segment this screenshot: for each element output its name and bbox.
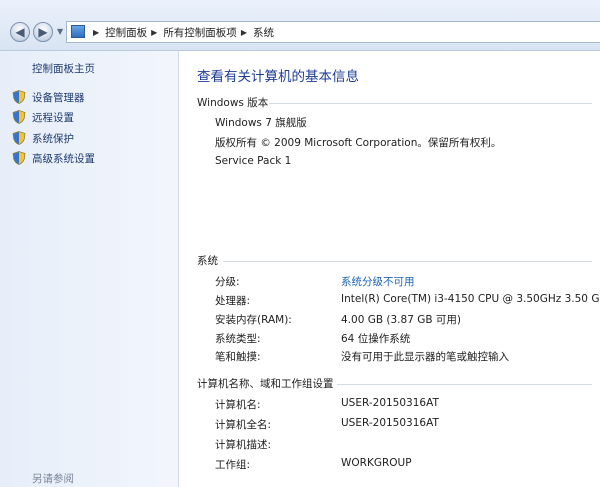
section-divider [269, 103, 592, 104]
left-nav-pane: 控制面板主页 设备管理器 远程设置 系统保护 高级系统设置 另请参阅 [0, 51, 179, 487]
system-type-label: 系统类型: [215, 333, 261, 345]
uac-shield-icon [12, 110, 26, 124]
ram-label: 安装内存(RAM): [215, 314, 292, 326]
breadcrumb-chevron-icon[interactable]: ▶ [93, 28, 99, 37]
sidebar-item-device-manager[interactable]: 设备管理器 [12, 88, 85, 106]
computer-name-header: 计算机名称、域和工作组设置 [197, 376, 592, 391]
breadcrumb-chevron-icon[interactable]: ▶ [241, 28, 247, 37]
windows-edition: Windows 7 旗舰版 [215, 117, 307, 129]
full-computer-name-value: USER-20150316AT [341, 417, 439, 429]
address-bar-area: ◀ ▶ ▼ ▶ 控制面板 ▶ 所有控制面板项 ▶ 系统 [0, 0, 600, 51]
sidebar-item-label: 远程设置 [32, 111, 74, 124]
pen-touch-label: 笔和触摸: [215, 351, 261, 363]
full-computer-name-label: 计算机全名: [215, 419, 272, 431]
processor-label: 处理器: [215, 295, 251, 307]
sidebar-item-label: 高级系统设置 [32, 152, 95, 165]
windows-edition-header: Windows 版本 [197, 95, 592, 110]
service-pack: Service Pack 1 [215, 155, 292, 167]
ram-value: 4.00 GB (3.87 GB 可用) [341, 314, 461, 326]
system-header: 系统 [197, 253, 592, 268]
sidebar-item-remote-settings[interactable]: 远程设置 [12, 108, 74, 126]
copyright-text: 版权所有 © 2009 Microsoft Corporation。保留所有权利… [215, 137, 502, 149]
computer-name-value: USER-20150316AT [341, 397, 439, 409]
rating-label: 分级: [215, 276, 240, 288]
section-title: 系统 [197, 255, 218, 267]
uac-shield-icon [12, 151, 26, 165]
workgroup-label: 工作组: [215, 459, 251, 471]
back-button[interactable]: ◀ [10, 22, 30, 42]
sidebar-item-label: 系统保护 [32, 132, 74, 145]
control-panel-home-link[interactable]: 控制面板主页 [32, 61, 95, 76]
uac-shield-icon [12, 131, 26, 145]
sidebar-item-system-protection[interactable]: 系统保护 [12, 129, 74, 147]
page-title: 查看有关计算机的基本信息 [197, 69, 359, 85]
section-title: 计算机名称、域和工作组设置 [197, 378, 334, 390]
section-title: Windows 版本 [197, 97, 269, 109]
breadcrumb-control-panel[interactable]: 控制面板 [105, 25, 147, 40]
recent-pages-dropdown-icon[interactable]: ▼ [57, 27, 63, 36]
main-content: 查看有关计算机的基本信息 Windows 版本 Windows 7 旗舰版 版权… [179, 51, 600, 487]
computer-name-label: 计算机名: [215, 399, 261, 411]
system-type-value: 64 位操作系统 [341, 333, 411, 345]
pen-touch-value: 没有可用于此显示器的笔或触控输入 [341, 351, 509, 363]
sidebar-item-advanced-settings[interactable]: 高级系统设置 [12, 149, 95, 167]
breadcrumb-all-items[interactable]: 所有控制面板项 [163, 25, 237, 40]
section-divider [223, 261, 592, 262]
uac-shield-icon [12, 90, 26, 104]
sidebar-item-label: 设备管理器 [32, 91, 85, 104]
forward-button[interactable]: ▶ [33, 22, 53, 42]
forward-arrow-icon: ▶ [38, 25, 48, 39]
workgroup-value: WORKGROUP [341, 457, 412, 469]
computer-description-label: 计算机描述: [215, 439, 272, 451]
see-also-header: 另请参阅 [32, 473, 74, 485]
section-divider [337, 384, 592, 385]
breadcrumb-system[interactable]: 系统 [253, 25, 274, 40]
breadcrumb: ▶ 控制面板 ▶ 所有控制面板项 ▶ 系统 [89, 22, 274, 42]
back-arrow-icon: ◀ [15, 25, 25, 39]
control-panel-icon [71, 25, 85, 38]
rating-link[interactable]: 系统分级不可用 [341, 274, 415, 289]
breadcrumb-chevron-icon[interactable]: ▶ [151, 28, 157, 37]
address-bar[interactable]: ▶ 控制面板 ▶ 所有控制面板项 ▶ 系统 [66, 21, 600, 43]
processor-value: Intel(R) Core(TM) i3-4150 CPU @ 3.50GHz … [341, 293, 600, 305]
